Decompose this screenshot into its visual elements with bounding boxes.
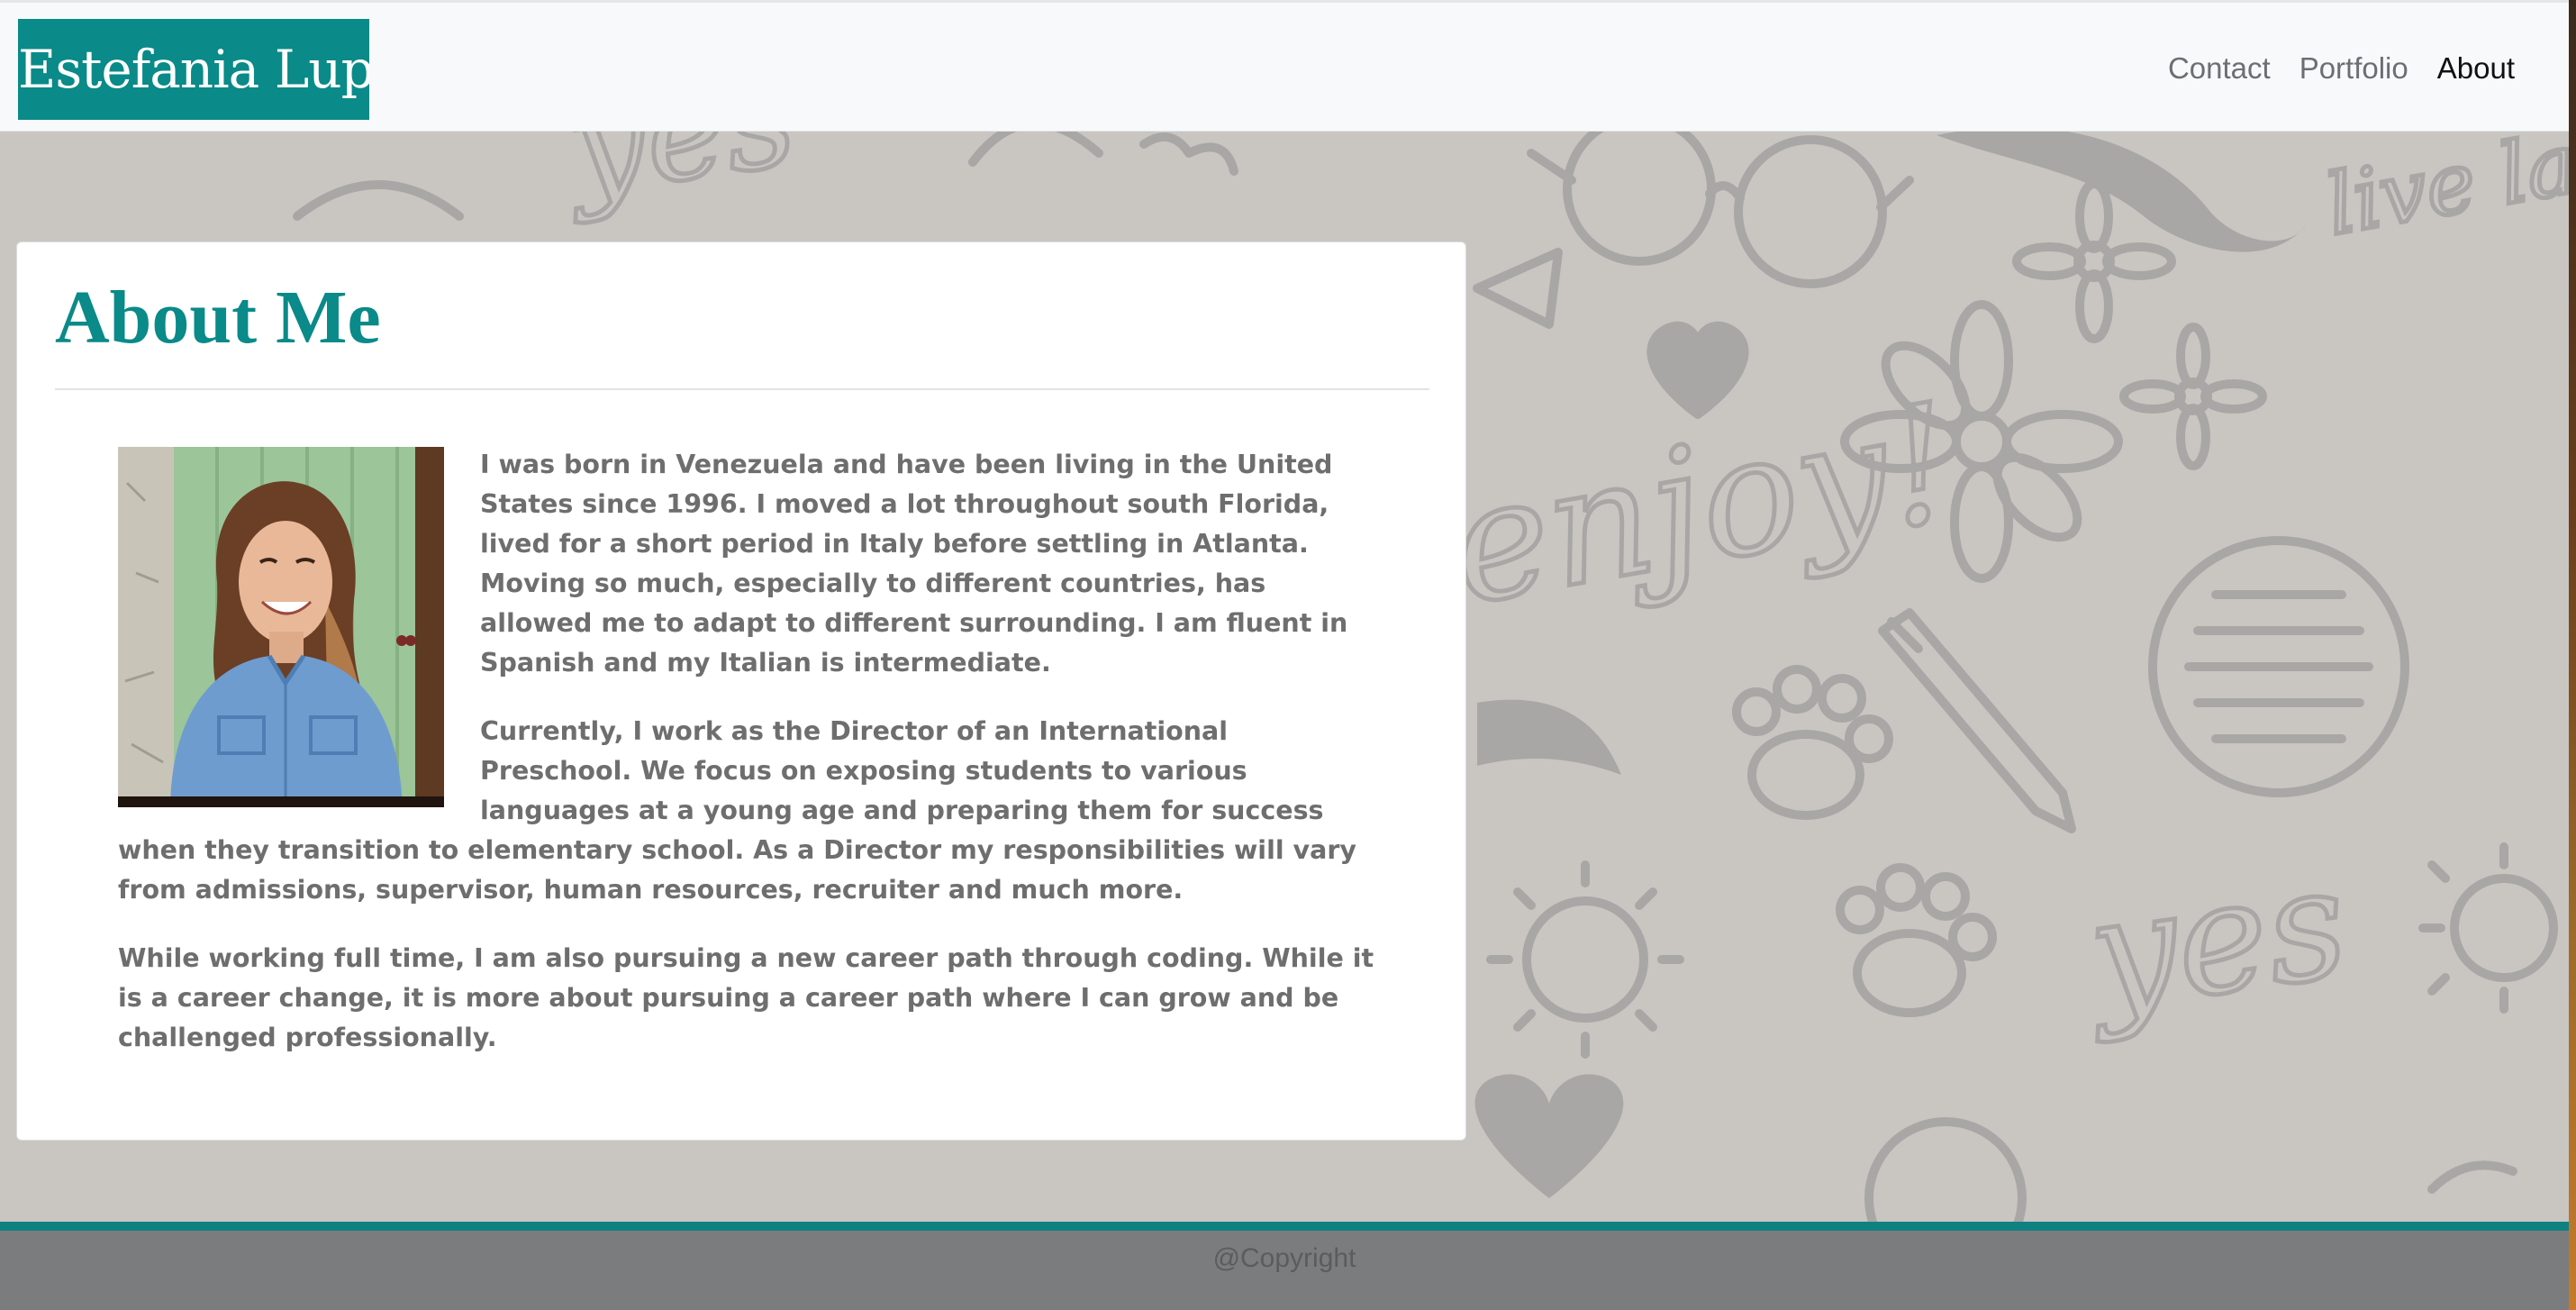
adjacent-window-edge — [2569, 0, 2576, 1310]
copyright-text: @Copyright — [1212, 1243, 1356, 1273]
about-card: About Me I was born in Venezuela and hav… — [16, 241, 1466, 1141]
nav-link-contact[interactable]: Contact — [2168, 51, 2271, 86]
nav-link-portfolio[interactable]: Portfolio — [2299, 51, 2408, 86]
brand-logo[interactable]: Estefania Lupo — [18, 19, 369, 120]
page-footer: @Copyright — [0, 1222, 2569, 1310]
about-paragraph-3: While working full time, I am also pursu… — [118, 943, 1374, 1052]
background-word-yes-2: yes — [2073, 833, 2357, 1047]
about-body: I was born in Venezuela and have been li… — [118, 445, 1379, 1087]
title-divider — [55, 388, 1429, 390]
nav-link-about[interactable]: About — [2437, 51, 2515, 86]
top-navbar: Estefania Lupo Contact Portfolio About — [0, 0, 2569, 132]
profile-photo — [118, 447, 444, 807]
nav-links: Contact Portfolio About — [2168, 3, 2515, 134]
page-title: About Me — [55, 276, 381, 359]
